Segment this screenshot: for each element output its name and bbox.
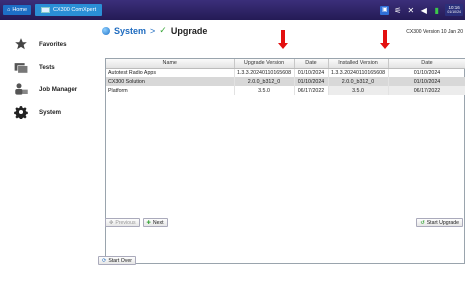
cell-installed-date: 01/10/2024 (388, 68, 465, 77)
sidebar-item-tests[interactable]: Tests (0, 57, 98, 77)
restart-icon: ⟳ (102, 257, 107, 264)
start-upgrade-button[interactable]: ↺ Start Upgrade (416, 218, 463, 227)
tools-icon[interactable]: ✕ (406, 6, 415, 15)
app-tab-label: CX300 ComXpert (53, 7, 97, 13)
previous-icon: ✥ (109, 219, 114, 226)
arrow-down-icon (380, 30, 390, 49)
home-button[interactable]: ⌂ Home (3, 5, 31, 15)
next-label: Next (152, 219, 164, 226)
column-header-date[interactable]: Date (294, 59, 329, 69)
tests-icon (13, 60, 29, 74)
version-info: CX300 Version 10 Jan 20 (406, 29, 463, 35)
column-header-installed-date[interactable]: Date (388, 59, 465, 69)
table-header-row: Name Upgrade Version Date Installed Vers… (106, 59, 465, 69)
sidebar-item-label: Favorites (39, 40, 67, 48)
sidebar-item-job-manager[interactable]: Job Manager (0, 79, 98, 99)
column-header-installed-version[interactable]: Installed Version (328, 59, 389, 69)
globe-icon (102, 26, 110, 35)
next-button[interactable]: ✚ Next (142, 218, 168, 227)
next-icon: ✚ (146, 219, 151, 226)
cell-upgrade-version: 2.0.0_b312_0 (234, 77, 295, 86)
sidebar-item-system[interactable]: System (0, 102, 98, 122)
sidebar-item-favorites[interactable]: Favorites (0, 34, 98, 54)
cell-upgrade-date: 01/10/2024 (294, 77, 329, 86)
screen-icon[interactable]: ▣ (380, 5, 390, 15)
main-content: System > ✓ Upgrade CX300 Version 10 Jan … (98, 20, 465, 293)
gear-icon (13, 105, 29, 119)
battery-icon: ▮ (434, 5, 440, 15)
home-label: Home (12, 7, 27, 13)
start-over-button[interactable]: ⟳ Start Over (98, 256, 136, 265)
start-upgrade-label: Start Upgrade (426, 219, 459, 226)
cell-installed-date: 01/10/2024 (388, 77, 465, 86)
table-row[interactable]: Autotest Radio Apps 1.3.3.20240110165608… (106, 68, 465, 77)
antenna-icon[interactable]: ⚟ (393, 6, 402, 15)
clock-date: 01/10/24 (447, 10, 461, 14)
app-tab[interactable]: CX300 ComXpert (35, 4, 103, 16)
pagination-buttons: ✥ Previous ✚ Next (105, 218, 168, 227)
column-header-name[interactable]: Name (106, 59, 235, 69)
status-area: ▣ ⚟ ✕ ◀ ▮ 10:16 01/10/24 (380, 2, 463, 18)
volume-icon[interactable]: ◀ (419, 6, 428, 15)
breadcrumb: System > ✓ Upgrade (102, 25, 207, 36)
arrow-down-icon (278, 30, 288, 49)
check-icon: ✓ (159, 25, 167, 35)
cell-installed-date: 06/17/2022 (388, 86, 465, 95)
clock: 10:16 01/10/24 (445, 4, 463, 16)
sidebar-item-label: Tests (39, 63, 55, 71)
cell-installed-version: 1.3.3.20240110165608 (328, 68, 389, 77)
breadcrumb-system[interactable]: System (114, 26, 146, 36)
cell-installed-version: 3.5.0 (328, 86, 389, 95)
job-manager-icon (13, 82, 29, 96)
previous-label: Previous (115, 219, 136, 226)
home-icon: ⌂ (7, 7, 11, 13)
sidebar-item-label: Job Manager (39, 85, 78, 93)
breadcrumb-separator: > (150, 25, 156, 36)
upgrade-check-icon: ↺ (420, 219, 425, 226)
cell-name: CX300 Solution (106, 77, 235, 86)
cell-installed-version: 2.0.0_b312_0 (328, 77, 389, 86)
cell-upgrade-version: 1.3.3.20240110165608 (234, 68, 295, 77)
cell-upgrade-version: 3.5.0 (234, 86, 295, 95)
upgrade-table: Name Upgrade Version Date Installed Vers… (106, 59, 465, 95)
top-bar: ⌂ Home CX300 ComXpert ▣ ⚟ ✕ ◀ ▮ 10:16 01… (0, 0, 465, 20)
star-icon (13, 37, 29, 51)
sidebar-item-label: System (39, 108, 62, 116)
page-title: Upgrade (170, 25, 208, 36)
cell-upgrade-date: 01/10/2024 (294, 68, 329, 77)
sidebar: Favorites Tests Job Manager System (0, 20, 98, 293)
cell-name: Autotest Radio Apps (106, 68, 235, 77)
table-row[interactable]: Platform 3.5.0 06/17/2022 3.5.0 06/17/20… (106, 86, 465, 95)
table-row[interactable]: CX300 Solution 2.0.0_b312_0 01/10/2024 2… (106, 77, 465, 86)
upgrade-table-panel: Name Upgrade Version Date Installed Vers… (105, 58, 465, 264)
column-header-upgrade-version[interactable]: Upgrade Version (234, 59, 295, 69)
start-over-label: Start Over (108, 257, 132, 264)
cell-name: Platform (106, 86, 235, 95)
cell-upgrade-date: 06/17/2022 (294, 86, 329, 95)
app-window-icon (41, 7, 50, 13)
previous-button[interactable]: ✥ Previous (105, 218, 140, 227)
